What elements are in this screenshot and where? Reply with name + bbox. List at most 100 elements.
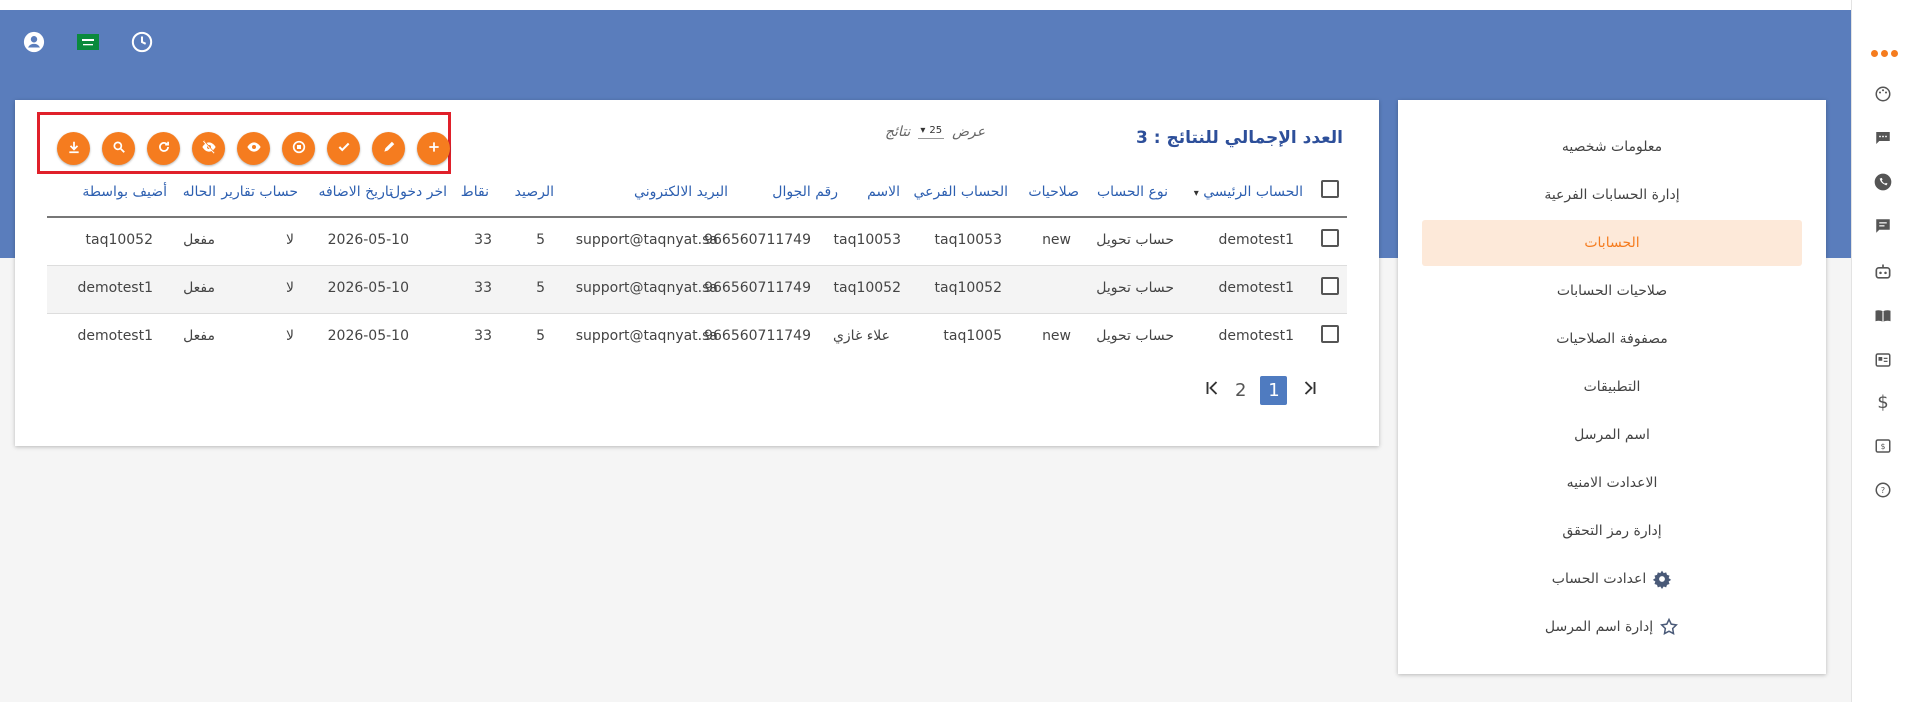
row-checkbox[interactable] [1321, 277, 1339, 295]
cell-name: taq10053 [833, 232, 902, 248]
column-header-account-type[interactable]: نوع الحساب [1097, 184, 1168, 200]
per-page-control: عرض 25 ▾ نتائج [885, 124, 986, 140]
pagination: 2 1 [1203, 376, 1319, 405]
column-header-balance[interactable]: الرصيد [515, 184, 554, 200]
id-card-icon[interactable] [1871, 348, 1895, 372]
sidebar-item-otp[interactable]: إدارة رمز التحقق [1422, 508, 1802, 554]
cell-added-by: demotest1 [77, 328, 154, 344]
edit-button[interactable] [372, 132, 405, 165]
column-header-date-added[interactable]: تاريخ الاضافه [318, 184, 393, 200]
column-header-mobile[interactable]: رقم الجوال [772, 184, 838, 200]
page-1-button[interactable]: 1 [1260, 376, 1288, 405]
action-toolbar-highlight [37, 112, 451, 174]
cell-added-by: taq10052 [85, 232, 154, 248]
refresh-button[interactable] [147, 132, 180, 165]
saudi-flag-icon[interactable] [76, 30, 100, 54]
cell-balance: 5 [536, 232, 545, 248]
add-button[interactable] [417, 132, 450, 165]
more-dots-icon[interactable] [1871, 50, 1898, 57]
row-checkbox[interactable] [1321, 229, 1339, 247]
column-header-last-login[interactable]: اخر دخول [390, 184, 447, 200]
sidebar-item-applications[interactable]: التطبيقات [1422, 364, 1802, 410]
view-icon [246, 139, 262, 159]
clock-icon[interactable] [130, 30, 154, 54]
chat-icon[interactable] [1871, 126, 1895, 150]
header-icons [22, 30, 154, 54]
page-2-button[interactable]: 2 [1235, 380, 1246, 401]
cell-mobile: 966560711749 [704, 280, 811, 296]
cell-permissions: new [1042, 232, 1071, 248]
right-icon-rail: $ $ ? [1851, 0, 1914, 702]
column-header-status[interactable]: الحاله [183, 184, 216, 200]
stop-icon [291, 139, 307, 159]
column-header-subaccount[interactable]: الحساب الفرعي [913, 184, 1008, 200]
cell-email: support@taqnyat.sa [575, 280, 718, 296]
per-page-select[interactable]: 25 ▾ [918, 125, 945, 139]
cell-main-account: demotest1 [1218, 280, 1295, 296]
cell-main-account: demotest1 [1218, 328, 1295, 344]
hide-button[interactable] [192, 132, 225, 165]
cell-mobile: 966560711749 [704, 328, 811, 344]
cell-permissions: new [1042, 328, 1071, 344]
gear-icon [1652, 569, 1672, 589]
cell-status: مفعل [183, 280, 215, 296]
sidebar-item-profile[interactable]: معلومات شخصيه [1422, 124, 1802, 170]
download-button[interactable] [57, 132, 90, 165]
sidebar-item-accounts[interactable]: الحسابات [1422, 220, 1802, 266]
cell-account-type: حساب تحويل [1096, 232, 1174, 248]
sidebar-item-account-settings[interactable]: اعدادت الحساب [1422, 556, 1802, 602]
search-button[interactable] [102, 132, 135, 165]
view-button[interactable] [237, 132, 270, 165]
top-strip [0, 0, 1914, 10]
check-icon [337, 139, 351, 158]
cell-name: علاء غازي [832, 328, 890, 344]
cell-points: 33 [474, 232, 492, 248]
cell-status: مفعل [183, 328, 215, 344]
message-icon[interactable] [1871, 214, 1895, 238]
sidebar-item-account-permissions[interactable]: صلاحيات الحسابات [1422, 268, 1802, 314]
column-header-added-by[interactable]: أضيف بواسطة [82, 184, 167, 200]
cell-reports-account: لا [286, 280, 294, 296]
cell-name: taq10052 [833, 280, 902, 296]
sidebar-item-security[interactable]: الاعدادت الامنيه [1422, 460, 1802, 506]
select-all-checkbox[interactable] [1321, 180, 1339, 198]
column-header-email[interactable]: البريد الالكتروني [634, 184, 728, 200]
column-header-main-account[interactable]: الحساب الرئيسي ▾ [1194, 184, 1303, 200]
hide-icon [201, 139, 217, 159]
book-icon[interactable] [1871, 304, 1895, 328]
cell-reports-account: لا [286, 232, 294, 248]
palette-icon[interactable] [1871, 82, 1895, 106]
column-header-permissions[interactable]: صلاحيات [1028, 184, 1079, 200]
last-page-icon[interactable] [1301, 379, 1319, 402]
settings-sidebar: معلومات شخصيه إدارة الحسابات الفرعية الح… [1398, 100, 1826, 674]
sidebar-item-sender-name-management[interactable]: إدارة اسم المرسل [1422, 604, 1802, 650]
cell-balance: 5 [536, 280, 545, 296]
cell-status: مفعل [183, 232, 215, 248]
user-circle-icon[interactable] [22, 30, 46, 54]
cell-added-by: demotest1 [77, 280, 154, 296]
cell-mobile: 966560711749 [704, 232, 811, 248]
column-header-reports-account[interactable]: حساب تقارير [221, 184, 298, 200]
sidebar-item-subaccounts[interactable]: إدارة الحسابات الفرعية [1422, 172, 1802, 218]
row-checkbox[interactable] [1321, 325, 1339, 343]
help-icon[interactable]: ? [1871, 478, 1895, 502]
cell-reports-account: لا [286, 328, 294, 344]
column-header-points[interactable]: نقاط [461, 184, 489, 200]
search-icon [112, 139, 126, 158]
approve-button[interactable] [327, 132, 360, 165]
edit-icon [382, 139, 396, 158]
dollar-icon[interactable]: $ [1871, 390, 1895, 414]
first-page-icon[interactable] [1203, 379, 1221, 402]
cell-email: support@taqnyat.sa [575, 328, 718, 344]
whatsapp-icon[interactable] [1871, 170, 1895, 194]
cell-subaccount: taq1005 [943, 328, 1002, 344]
sidebar-item-permission-matrix[interactable]: مصفوفة الصلاحيات [1422, 316, 1802, 362]
stop-button[interactable] [282, 132, 315, 165]
cell-main-account: demotest1 [1218, 232, 1295, 248]
sidebar-item-sender-name[interactable]: اسم المرسل [1422, 412, 1802, 458]
column-header-name[interactable]: الاسم [867, 184, 900, 200]
bot-icon[interactable] [1871, 260, 1895, 284]
refresh-icon [157, 139, 171, 158]
cell-date-added: 2026-05-10 [327, 280, 409, 296]
money-icon[interactable]: $ [1871, 434, 1895, 458]
